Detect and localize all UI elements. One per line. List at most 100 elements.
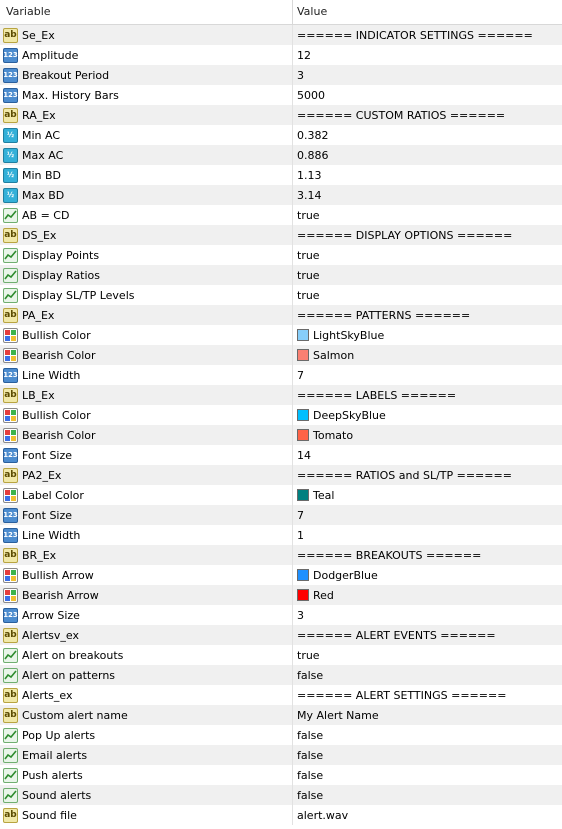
param-value-cell[interactable]: 7 xyxy=(293,505,562,525)
param-name-cell[interactable]: Bullish Arrow xyxy=(0,565,293,585)
param-row[interactable]: Bullish Arrow DodgerBlue xyxy=(0,565,562,585)
param-row[interactable]: ab Custom alert name My Alert Name xyxy=(0,705,562,725)
param-row[interactable]: ab BR_Ex ====== BREAKOUTS ====== xyxy=(0,545,562,565)
param-name-cell[interactable]: 123 Arrow Size xyxy=(0,605,293,625)
param-name-cell[interactable]: 123 Breakout Period xyxy=(0,65,293,85)
param-value-cell[interactable]: false xyxy=(293,665,562,685)
param-value-cell[interactable]: ====== DISPLAY OPTIONS ====== xyxy=(293,225,562,245)
param-name-cell[interactable]: ½ Max AC xyxy=(0,145,293,165)
param-row[interactable]: 123 Line Width 1 xyxy=(0,525,562,545)
param-value-cell[interactable]: 3 xyxy=(293,605,562,625)
param-row[interactable]: 123 Max. History Bars 5000 xyxy=(0,85,562,105)
param-row[interactable]: ½ Min BD 1.13 xyxy=(0,165,562,185)
param-row[interactable]: 123 Line Width 7 xyxy=(0,365,562,385)
param-row[interactable]: Display SL/TP Levels true xyxy=(0,285,562,305)
param-value-cell[interactable]: ====== ALERT SETTINGS ====== xyxy=(293,685,562,705)
param-value-cell[interactable]: DodgerBlue xyxy=(293,565,562,585)
param-row[interactable]: Display Ratios true xyxy=(0,265,562,285)
param-value-cell[interactable]: true xyxy=(293,285,562,305)
param-row[interactable]: Bullish Color LightSkyBlue xyxy=(0,325,562,345)
param-value-cell[interactable]: 7 xyxy=(293,365,562,385)
param-value-cell[interactable]: ====== RATIOS and SL/TP ====== xyxy=(293,465,562,485)
param-row[interactable]: AB = CD true xyxy=(0,205,562,225)
param-value-cell[interactable]: alert.wav xyxy=(293,805,562,825)
param-value-cell[interactable]: ====== INDICATOR SETTINGS ====== xyxy=(293,25,562,45)
param-value-cell[interactable]: LightSkyBlue xyxy=(293,325,562,345)
param-row[interactable]: Bearish Color Salmon xyxy=(0,345,562,365)
param-name-cell[interactable]: ab PA_Ex xyxy=(0,305,293,325)
param-value-cell[interactable]: DeepSkyBlue xyxy=(293,405,562,425)
param-name-cell[interactable]: ½ Min BD xyxy=(0,165,293,185)
param-value-cell[interactable]: ====== LABELS ====== xyxy=(293,385,562,405)
param-value-cell[interactable]: Teal xyxy=(293,485,562,505)
param-value-cell[interactable]: false xyxy=(293,785,562,805)
param-row[interactable]: Email alerts false xyxy=(0,745,562,765)
param-name-cell[interactable]: ab LB_Ex xyxy=(0,385,293,405)
param-value-cell[interactable]: 12 xyxy=(293,45,562,65)
param-name-cell[interactable]: ½ Max BD xyxy=(0,185,293,205)
param-value-cell[interactable]: My Alert Name xyxy=(293,705,562,725)
param-name-cell[interactable]: ab Se_Ex xyxy=(0,25,293,45)
param-name-cell[interactable]: Bullish Color xyxy=(0,325,293,345)
param-value-cell[interactable]: true xyxy=(293,265,562,285)
param-row[interactable]: ½ Max BD 3.14 xyxy=(0,185,562,205)
param-row[interactable]: Sound alerts false xyxy=(0,785,562,805)
param-name-cell[interactable]: Push alerts xyxy=(0,765,293,785)
param-value-cell[interactable]: 3.14 xyxy=(293,185,562,205)
param-row[interactable]: Bullish Color DeepSkyBlue xyxy=(0,405,562,425)
param-row[interactable]: Pop Up alerts false xyxy=(0,725,562,745)
param-name-cell[interactable]: Alert on breakouts xyxy=(0,645,293,665)
param-name-cell[interactable]: 123 Line Width xyxy=(0,365,293,385)
param-value-cell[interactable]: Salmon xyxy=(293,345,562,365)
param-value-cell[interactable]: 1 xyxy=(293,525,562,545)
param-name-cell[interactable]: ab RA_Ex xyxy=(0,105,293,125)
param-value-cell[interactable]: 0.886 xyxy=(293,145,562,165)
param-value-cell[interactable]: 1.13 xyxy=(293,165,562,185)
param-row[interactable]: ab Sound file alert.wav xyxy=(0,805,562,825)
param-name-cell[interactable]: Bearish Color xyxy=(0,345,293,365)
param-row[interactable]: ½ Min AC 0.382 xyxy=(0,125,562,145)
param-name-cell[interactable]: Sound alerts xyxy=(0,785,293,805)
param-value-cell[interactable]: false xyxy=(293,725,562,745)
param-name-cell[interactable]: ab PA2_Ex xyxy=(0,465,293,485)
param-value-cell[interactable]: ====== BREAKOUTS ====== xyxy=(293,545,562,565)
param-name-cell[interactable]: Display Points xyxy=(0,245,293,265)
param-row[interactable]: Alert on patterns false xyxy=(0,665,562,685)
param-name-cell[interactable]: ab Alertsv_ex xyxy=(0,625,293,645)
param-value-cell[interactable]: ====== CUSTOM RATIOS ====== xyxy=(293,105,562,125)
param-row[interactable]: Alert on breakouts true xyxy=(0,645,562,665)
param-name-cell[interactable]: ab Alerts_ex xyxy=(0,685,293,705)
param-row[interactable]: 123 Amplitude 12 xyxy=(0,45,562,65)
param-name-cell[interactable]: AB = CD xyxy=(0,205,293,225)
param-value-cell[interactable]: 5000 xyxy=(293,85,562,105)
param-name-cell[interactable]: ab DS_Ex xyxy=(0,225,293,245)
param-row[interactable]: Bearish Arrow Red xyxy=(0,585,562,605)
param-name-cell[interactable]: Alert on patterns xyxy=(0,665,293,685)
param-row[interactable]: 123 Arrow Size 3 xyxy=(0,605,562,625)
param-row[interactable]: ab Alertsv_ex ====== ALERT EVENTS ====== xyxy=(0,625,562,645)
param-row[interactable]: ab RA_Ex ====== CUSTOM RATIOS ====== xyxy=(0,105,562,125)
param-row[interactable]: ab DS_Ex ====== DISPLAY OPTIONS ====== xyxy=(0,225,562,245)
param-name-cell[interactable]: ab Sound file xyxy=(0,805,293,825)
param-value-cell[interactable]: ====== ALERT EVENTS ====== xyxy=(293,625,562,645)
param-name-cell[interactable]: ab BR_Ex xyxy=(0,545,293,565)
param-value-cell[interactable]: true xyxy=(293,645,562,665)
param-row[interactable]: ab PA2_Ex ====== RATIOS and SL/TP ====== xyxy=(0,465,562,485)
param-value-cell[interactable]: 3 xyxy=(293,65,562,85)
param-name-cell[interactable]: 123 Line Width xyxy=(0,525,293,545)
variable-column-header[interactable]: Variable xyxy=(0,0,293,24)
param-row[interactable]: ½ Max AC 0.886 xyxy=(0,145,562,165)
param-row[interactable]: Bearish Color Tomato xyxy=(0,425,562,445)
param-name-cell[interactable]: Display SL/TP Levels xyxy=(0,285,293,305)
param-name-cell[interactable]: Bearish Arrow xyxy=(0,585,293,605)
param-name-cell[interactable]: 123 Font Size xyxy=(0,505,293,525)
value-column-header[interactable]: Value xyxy=(293,0,562,24)
param-value-cell[interactable]: true xyxy=(293,245,562,265)
param-name-cell[interactable]: Bullish Color xyxy=(0,405,293,425)
param-row[interactable]: 123 Font Size 7 xyxy=(0,505,562,525)
param-value-cell[interactable]: ====== PATTERNS ====== xyxy=(293,305,562,325)
param-row[interactable]: ab LB_Ex ====== LABELS ====== xyxy=(0,385,562,405)
param-row[interactable]: Push alerts false xyxy=(0,765,562,785)
param-value-cell[interactable]: false xyxy=(293,765,562,785)
param-name-cell[interactable]: Label Color xyxy=(0,485,293,505)
